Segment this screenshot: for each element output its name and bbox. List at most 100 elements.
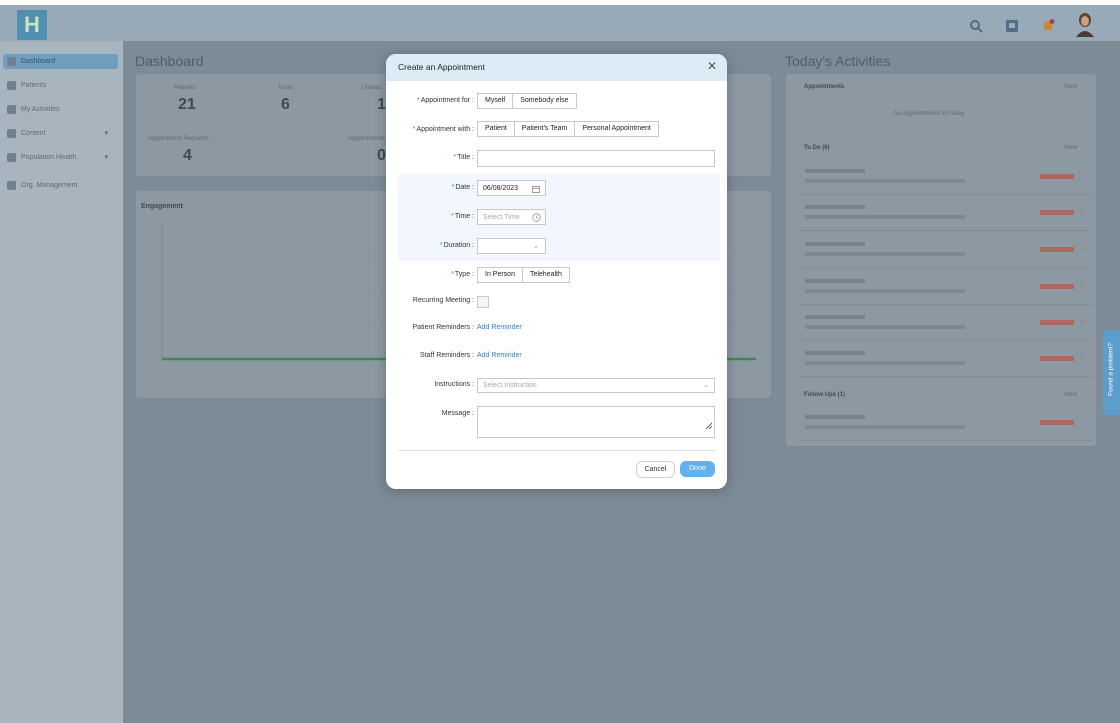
stat-label: Appointments bbox=[348, 136, 385, 142]
list-item[interactable] bbox=[800, 410, 1092, 441]
chevron-right-icon: › bbox=[1081, 170, 1084, 180]
list-item[interactable]: › bbox=[800, 346, 1092, 377]
avatar[interactable] bbox=[1074, 11, 1096, 37]
required-mark: * bbox=[451, 213, 454, 220]
appointment-for-toggle: Myself Somebody else bbox=[477, 93, 577, 109]
required-mark: * bbox=[451, 271, 454, 278]
sidebar-item-population-health[interactable]: Population Health ▾ bbox=[3, 150, 118, 165]
create-appointment-modal: Create an Appointment ✕ *Appointment for… bbox=[386, 54, 727, 489]
chevron-down-icon: ▾ bbox=[104, 154, 108, 161]
followups-section-title: Follow Ups (1) bbox=[804, 392, 845, 398]
option-myself[interactable]: Myself bbox=[478, 94, 514, 108]
search-icon[interactable] bbox=[969, 19, 983, 33]
staff-reminders-label: Staff Reminders : bbox=[420, 352, 474, 359]
instructions-select[interactable]: Select Instruction ⌄ bbox=[477, 378, 715, 393]
stat-value: 21 bbox=[178, 96, 196, 113]
stat-label: Appointment Requests bbox=[148, 136, 209, 142]
recurring-label: Recurring Meeting : bbox=[412, 297, 474, 304]
sidebar-item-patients[interactable]: Patients bbox=[3, 78, 118, 93]
resize-handle-icon[interactable] bbox=[705, 421, 713, 436]
calendar-icon bbox=[532, 184, 540, 199]
modal-header: Create an Appointment ✕ bbox=[386, 54, 727, 81]
option-somebody-else[interactable]: Somebody else bbox=[513, 94, 575, 108]
done-button[interactable]: Done bbox=[680, 461, 715, 477]
view-link[interactable]: View bbox=[1064, 145, 1077, 151]
activities-title: Today's Activities bbox=[785, 53, 891, 69]
list-item[interactable]: › bbox=[800, 164, 1092, 195]
option-telehealth[interactable]: Telehealth bbox=[523, 268, 569, 282]
type-label: *Type : bbox=[451, 271, 474, 278]
option-patient[interactable]: Patient bbox=[478, 122, 515, 136]
message-label: Message : bbox=[441, 410, 474, 417]
message-icon[interactable] bbox=[1005, 19, 1019, 33]
cancel-button[interactable]: Cancel bbox=[636, 461, 675, 478]
chevron-right-icon: › bbox=[1081, 280, 1084, 290]
appointment-with-toggle: Patient Patient's Team Personal Appointm… bbox=[477, 121, 659, 137]
appointment-for-label: *Appointment for : bbox=[416, 97, 474, 104]
bell-icon[interactable] bbox=[1041, 19, 1055, 33]
required-mark: * bbox=[412, 126, 416, 133]
list-item[interactable]: › bbox=[800, 274, 1092, 305]
chevron-right-icon: › bbox=[1081, 352, 1084, 362]
required-mark: * bbox=[416, 97, 420, 104]
sidebar-item-org-management[interactable]: Org. Management bbox=[3, 178, 118, 193]
date-input[interactable]: 06/08/2023 bbox=[477, 180, 546, 196]
page-title: Dashboard bbox=[135, 53, 204, 69]
activities-icon bbox=[7, 105, 16, 114]
time-input[interactable]: Select Time bbox=[477, 209, 546, 225]
view-link[interactable]: View bbox=[1064, 392, 1077, 398]
list-item[interactable]: › bbox=[800, 310, 1092, 341]
title-input[interactable] bbox=[477, 150, 715, 167]
instructions-label: Instructions : bbox=[434, 381, 474, 388]
option-patients-team[interactable]: Patient's Team bbox=[515, 122, 576, 136]
option-personal-appointment[interactable]: Personal Appointment bbox=[575, 122, 658, 136]
required-mark: * bbox=[439, 242, 443, 249]
chevron-right-icon: › bbox=[1081, 316, 1084, 326]
view-link[interactable]: View bbox=[1064, 84, 1077, 90]
duration-select[interactable]: ⌄ bbox=[477, 238, 546, 254]
app-logo: H bbox=[17, 10, 47, 40]
divider bbox=[398, 450, 716, 451]
chevron-down-icon: ⌄ bbox=[533, 243, 539, 250]
title-label: *Title : bbox=[453, 154, 474, 161]
add-patient-reminder-link[interactable]: Add Reminder bbox=[477, 324, 522, 331]
org-icon bbox=[7, 181, 16, 190]
clock-icon bbox=[532, 213, 541, 228]
type-toggle: In Person Telehealth bbox=[477, 267, 570, 283]
required-mark: * bbox=[453, 154, 457, 161]
appointments-section-title: Appointments bbox=[804, 84, 845, 90]
required-mark: * bbox=[451, 184, 455, 191]
stat-value: 0 bbox=[377, 147, 386, 164]
appointment-with-label: *Appointment with : bbox=[412, 126, 474, 133]
top-bar: H bbox=[0, 5, 1120, 41]
stats-card: Patients 21 Tasks 6 Unread 1 Appointment… bbox=[136, 74, 388, 176]
patient-reminders-label: Patient Reminders : bbox=[412, 324, 474, 331]
found-problem-tab[interactable]: Found a problem? bbox=[1103, 330, 1120, 415]
sidebar-item-my-activities[interactable]: My Activities bbox=[3, 102, 118, 117]
modal-title: Create an Appointment bbox=[398, 62, 485, 72]
population-icon bbox=[7, 153, 16, 162]
chevron-down-icon: ▾ bbox=[104, 130, 108, 137]
add-staff-reminder-link[interactable]: Add Reminder bbox=[477, 352, 522, 359]
stat-value: 1 bbox=[377, 96, 386, 113]
chevron-right-icon: › bbox=[1081, 206, 1084, 216]
stat-value: 4 bbox=[183, 147, 192, 164]
time-label: *Time : bbox=[451, 213, 474, 220]
sidebar-item-content[interactable]: Content ▾ bbox=[3, 126, 118, 141]
date-label: *Date : bbox=[451, 184, 474, 191]
option-in-person[interactable]: In Person bbox=[478, 268, 523, 282]
recurring-checkbox[interactable] bbox=[477, 296, 489, 308]
close-icon[interactable]: ✕ bbox=[707, 60, 717, 72]
message-textarea[interactable] bbox=[477, 406, 715, 438]
sidebar: Dashboard Patients My Activities Content… bbox=[0, 41, 123, 723]
sidebar-item-dashboard[interactable]: Dashboard bbox=[3, 54, 118, 69]
content-icon bbox=[7, 129, 16, 138]
dashboard-icon bbox=[7, 57, 16, 66]
list-item[interactable]: › bbox=[800, 200, 1092, 231]
stats-card-right bbox=[727, 74, 771, 176]
stat-label: Patients bbox=[174, 85, 196, 91]
stat-label: Unread bbox=[362, 85, 382, 91]
patients-icon bbox=[7, 81, 16, 90]
chevron-down-icon: ⌄ bbox=[703, 382, 709, 389]
list-item[interactable]: › bbox=[800, 237, 1092, 268]
